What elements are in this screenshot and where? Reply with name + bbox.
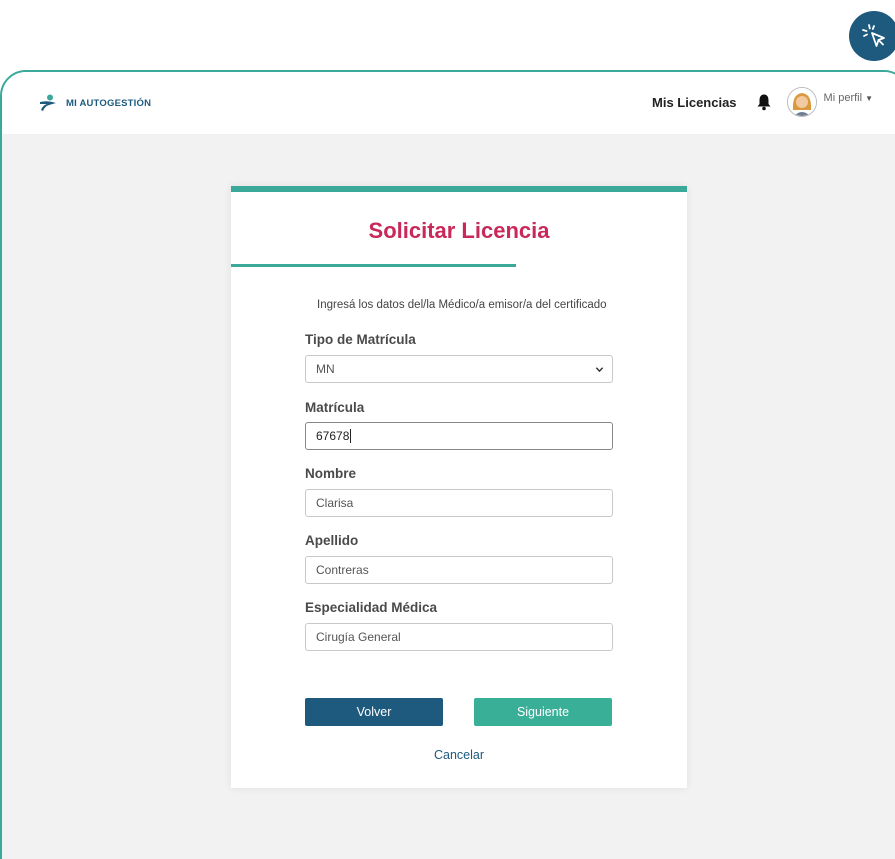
especialidad-value: Cirugía General [316, 630, 401, 644]
apellido-input[interactable]: Contreras [305, 556, 613, 584]
text-cursor [350, 429, 352, 443]
nombre-value: Clarisa [316, 496, 354, 510]
profile-label: Mi perfil [823, 92, 863, 104]
tipo-matricula-label: Tipo de Matrícula [305, 332, 416, 347]
nav-right: Mis Licencias Mi perfil ▼ [652, 86, 873, 118]
tipo-matricula-select[interactable]: MN [305, 355, 613, 383]
person-logo-icon [40, 94, 56, 111]
profile-menu[interactable]: Mi perfil ▼ [824, 92, 873, 104]
matricula-value: 67678 [316, 429, 350, 443]
app-logo[interactable]: MI AUTOGESTIÓN [38, 94, 151, 112]
siguiente-button[interactable]: Siguiente [474, 698, 612, 726]
caret-down-icon: ▼ [865, 94, 873, 103]
cancelar-link[interactable]: Cancelar [231, 748, 687, 762]
form-intro: Ingresá los datos del/la Médico/a emisor… [317, 299, 607, 311]
apellido-label: Apellido [305, 533, 359, 548]
chevron-down-icon [595, 367, 604, 373]
mis-licencias-link[interactable]: Mis Licencias [652, 95, 737, 110]
click-cursor-icon [849, 11, 895, 61]
top-navbar: MI AUTOGESTIÓN Mis Licencias Mi perfil ▼ [2, 72, 895, 134]
matricula-input[interactable]: 67678 [305, 422, 613, 450]
matricula-label: Matrícula [305, 400, 365, 415]
avatar[interactable] [786, 87, 817, 117]
bell-icon[interactable] [755, 93, 773, 111]
nombre-label: Nombre [305, 466, 357, 481]
license-form-card: Solicitar Licencia Ingresá los datos del… [231, 186, 687, 788]
app-window: MI AUTOGESTIÓN Mis Licencias Mi perfil▼ [0, 70, 895, 859]
apellido-value: Contreras [316, 563, 369, 577]
nombre-input[interactable]: Clarisa [305, 489, 613, 517]
volver-button[interactable]: Volver [305, 698, 443, 726]
title-divider [231, 264, 516, 267]
logo-text: MI AUTOGESTIÓN [66, 97, 152, 109]
tipo-matricula-value: MN [316, 362, 335, 376]
page-title: Solicitar Licencia [368, 218, 550, 243]
especialidad-input[interactable]: Cirugía General [305, 623, 613, 651]
especialidad-label: Especialidad Médica [305, 600, 438, 615]
